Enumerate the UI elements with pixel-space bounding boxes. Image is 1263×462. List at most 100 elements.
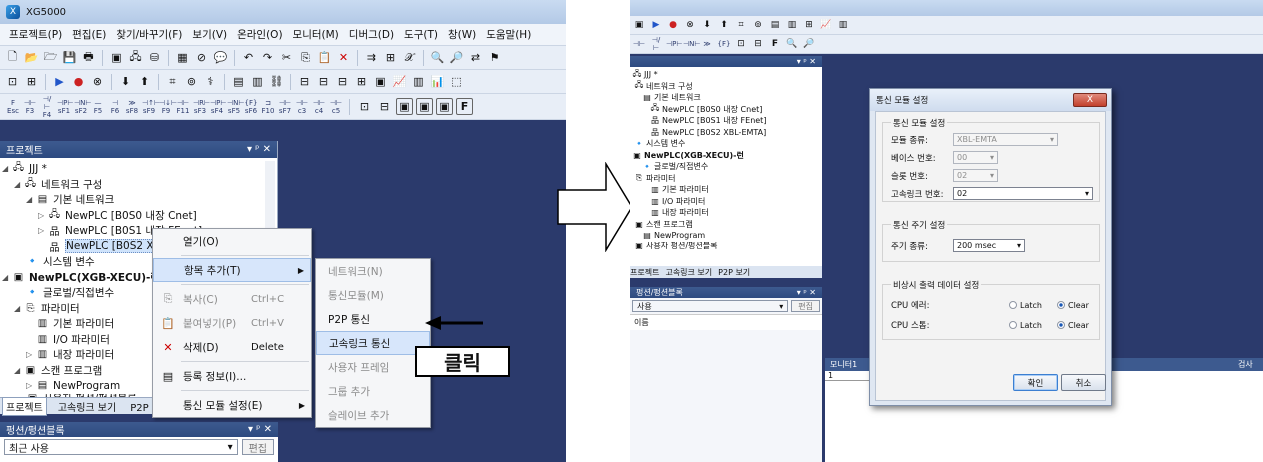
fkey[interactable]: {F} [717,40,731,48]
plc-icon[interactable]: ⛁ [146,49,163,66]
submenu-item-hslink[interactable]: 고속링크 통신 [316,331,430,355]
chart-icon[interactable]: 📈 [819,18,833,32]
project-icon[interactable]: ▣ [108,49,125,66]
tree-item-cnet[interactable]: 🖧 NewPLC [B0S0 내장 Cnet] [630,103,822,116]
fkey[interactable]: ⊣P⊢ [666,40,682,48]
redo-icon[interactable]: ↷ [259,49,276,66]
halt-icon[interactable]: ⊗ [89,73,106,90]
tree-item-scan-program[interactable]: ▣ 스캔 프로그램 [630,219,822,231]
read-icon[interactable]: ⬆ [717,18,731,32]
panel-pin-close-icon[interactable]: ▾ ᵖ ✕ [797,57,816,66]
tree-item-fenet[interactable]: 品 NewPLC [B0S1 내장 FEnet] [630,115,822,127]
fkey[interactable]: ⊣⊢ sF7 [278,99,292,115]
grid-2-icon[interactable]: ⊟ [315,73,332,90]
menu-item-copy[interactable]: ⎘ 복사(C) Ctrl+C [153,287,311,311]
tree-item-basic-network[interactable]: ◢ ▤ 기본 네트워크 [0,192,277,208]
halt-icon[interactable]: ⊗ [683,18,697,32]
cpu-error-clear-radio[interactable]: Clear [1057,301,1089,310]
fkey[interactable]: ⊣⊢ c3 [295,99,309,115]
run-icon[interactable]: ▶ [51,73,68,90]
edit-button[interactable]: 편집 [241,439,274,455]
comment-icon[interactable]: 💬 [212,49,229,66]
fkey[interactable]: ⊣⊢ F3 [23,99,37,115]
submenu-item-add-group[interactable]: 그룹 추가 [316,379,430,403]
panel-pin-close-icon[interactable]: ▾ ᵖ ✕ [797,288,816,297]
bars-icon[interactable]: ▥ [410,73,427,90]
tab-p2p-view[interactable]: P2P 보기 [718,267,750,278]
fkey[interactable]: ⊣↓⊢ F9 [159,99,177,115]
network-icon[interactable]: 🖧 [127,49,144,66]
insert-icon[interactable]: ⇉ [363,49,380,66]
cpu-error-latch-radio[interactable]: Latch [1009,301,1057,310]
menu-project[interactable]: 프로젝트(P) [4,27,67,42]
fkey[interactable]: ≫ sF8 [125,99,139,115]
record-icon[interactable]: ● [70,73,87,90]
tree-item-project[interactable]: 🖧 JJJ * [630,69,822,81]
submenu-item-network[interactable]: 네트워크(N) [316,259,430,283]
bookmark-icon[interactable]: ⚑ [486,49,503,66]
cancel-button[interactable]: 취소 [1061,374,1106,391]
tree-item-network-config[interactable]: ◢ 🖧 네트워크 구성 [0,177,277,193]
write-icon[interactable]: ⬇ [700,18,714,32]
menu-item-delete[interactable]: ✕ 삭제(D) Delete [153,335,311,359]
project-icon[interactable]: ▣ [632,18,646,32]
run-icon[interactable]: ▶ [649,18,663,32]
cut-icon[interactable]: ✂ [278,49,295,66]
fkey[interactable]: {F} sF6 [244,99,258,115]
save-icon[interactable]: 💾 [61,49,78,66]
force-icon[interactable]: ⊚ [183,73,200,90]
graph-icon[interactable]: 📊 [429,73,446,90]
copy-icon[interactable]: ⎘ [297,49,314,66]
menu-help[interactable]: 도움말(H) [481,27,536,42]
find-next-icon[interactable]: 🔎 [448,49,465,66]
menu-item-open[interactable]: 열기(O) [153,229,311,253]
chip-icon[interactable]: ▣ [372,73,389,90]
fkey[interactable]: ⊣R⊢ sF3 [193,99,210,115]
cpu-stop-latch-radio[interactable]: Latch [1009,321,1057,330]
submenu-item-comm-module[interactable]: 통신모듈(M) [316,283,430,307]
open-icon[interactable]: 🗁 [42,49,59,66]
monitor-stop-icon[interactable]: ▥ [785,18,799,32]
io-icon[interactable]: ⌗ [734,18,748,32]
tree-item-newprogram[interactable]: ▤ NewProgram [630,230,822,242]
fkey[interactable]: ⊣⊢ [632,40,646,48]
monitor-start-icon[interactable]: ▤ [768,18,782,32]
view-4-icon[interactable]: ▣ [416,98,433,115]
tree-item-builtin-parameter[interactable]: ▥ 내장 파라미터 [630,207,822,219]
fkey[interactable]: ⊣⊢ c5 [329,99,343,115]
recent-combo[interactable]: 최근 사용 ▾ [4,439,238,455]
fkey[interactable]: ⊣/⊢ [649,36,663,52]
delete-icon[interactable]: ✕ [335,49,352,66]
connect-icon[interactable]: ⊡ [4,73,21,90]
tree-item-io-parameter[interactable]: ▥ I/O 파라미터 [630,196,822,208]
zoom-out-icon[interactable]: 🔎 [802,37,816,51]
fkey[interactable]: F Esc [6,99,20,115]
online-icon[interactable]: ⊞ [23,73,40,90]
monitor-start-icon[interactable]: ▤ [230,73,247,90]
fkey[interactable]: ⊣⊢ F11 [176,99,190,115]
cpu-stop-clear-radio[interactable]: Clear [1057,321,1089,330]
fkey[interactable]: ⊣N⊢ sF5 [227,99,244,115]
tree-item-system-variable[interactable]: 🔹 시스템 변수 [630,138,822,150]
replace-icon[interactable]: ⇄ [467,49,484,66]
menu-item-add-item[interactable]: 항목 추가(T) ▶ [153,258,311,282]
fkey[interactable]: — F5 [91,99,105,115]
table-icon[interactable]: ⊞ [353,73,370,90]
menu-edit[interactable]: 편집(E) [67,27,111,42]
fkey[interactable]: ⊐ F10 [261,99,275,115]
open-folder-icon[interactable]: 📂 [23,49,40,66]
submenu-item-p2p[interactable]: P2P 통신 [316,307,430,331]
tree-item-cnet[interactable]: ▷ 🖧 NewPLC [B0S0 내장 Cnet] [0,208,277,224]
tree-item-parameter[interactable]: ⎘ 파라미터 [630,173,822,185]
menu-monitor[interactable]: 모니터(M) [288,27,344,42]
print-icon[interactable]: 🖶 [80,49,97,66]
fkey[interactable]: ⊣/⊢ F4 [40,95,54,119]
write-icon[interactable]: ⬇ [117,73,134,90]
view-1-icon[interactable]: ⊡ [356,98,373,115]
module-type-select[interactable]: XBL-EMTA ▾ [953,133,1058,146]
menu-find-replace[interactable]: 찾기/바꾸기(F) [111,27,187,42]
fkey[interactable]: ≫ [700,40,714,48]
base-number-select[interactable]: 00 ▾ [953,151,998,164]
view-1-icon[interactable]: ⊡ [734,37,748,51]
panel-icon[interactable]: ⬚ [448,73,465,90]
